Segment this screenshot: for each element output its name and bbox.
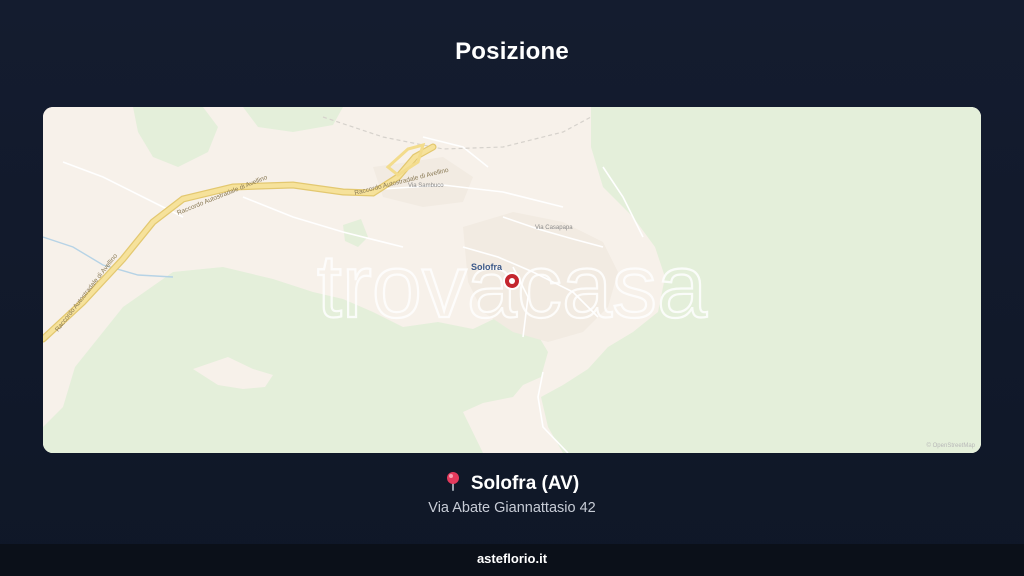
map-canvas[interactable]: Raccordo Autostradale di Avellino Raccor… — [43, 107, 981, 453]
map-marker-icon[interactable] — [503, 272, 521, 290]
location-name: Solofra (AV) — [470, 473, 580, 494]
road-label-via-sambuco: Via Sambuco — [408, 183, 444, 189]
footer-site-link[interactable]: asteflorio.it — [477, 551, 547, 566]
map-attribution[interactable]: © OpenStreetMap — [927, 442, 976, 449]
town-label: Solofra — [471, 262, 503, 272]
map-view[interactable]: Raccordo Autostradale di Avellino Raccor… — [43, 107, 981, 453]
road-label-via-casapapa: Via Casapapa — [535, 225, 573, 231]
footer: asteflorio.it — [0, 544, 1024, 576]
page-title: Posizione — [455, 38, 569, 65]
location-title: Solofra (AV) — [0, 471, 1024, 497]
round-pushpin-icon — [445, 471, 461, 497]
location-address: Via Abate Giannattasio 42 — [428, 500, 596, 516]
